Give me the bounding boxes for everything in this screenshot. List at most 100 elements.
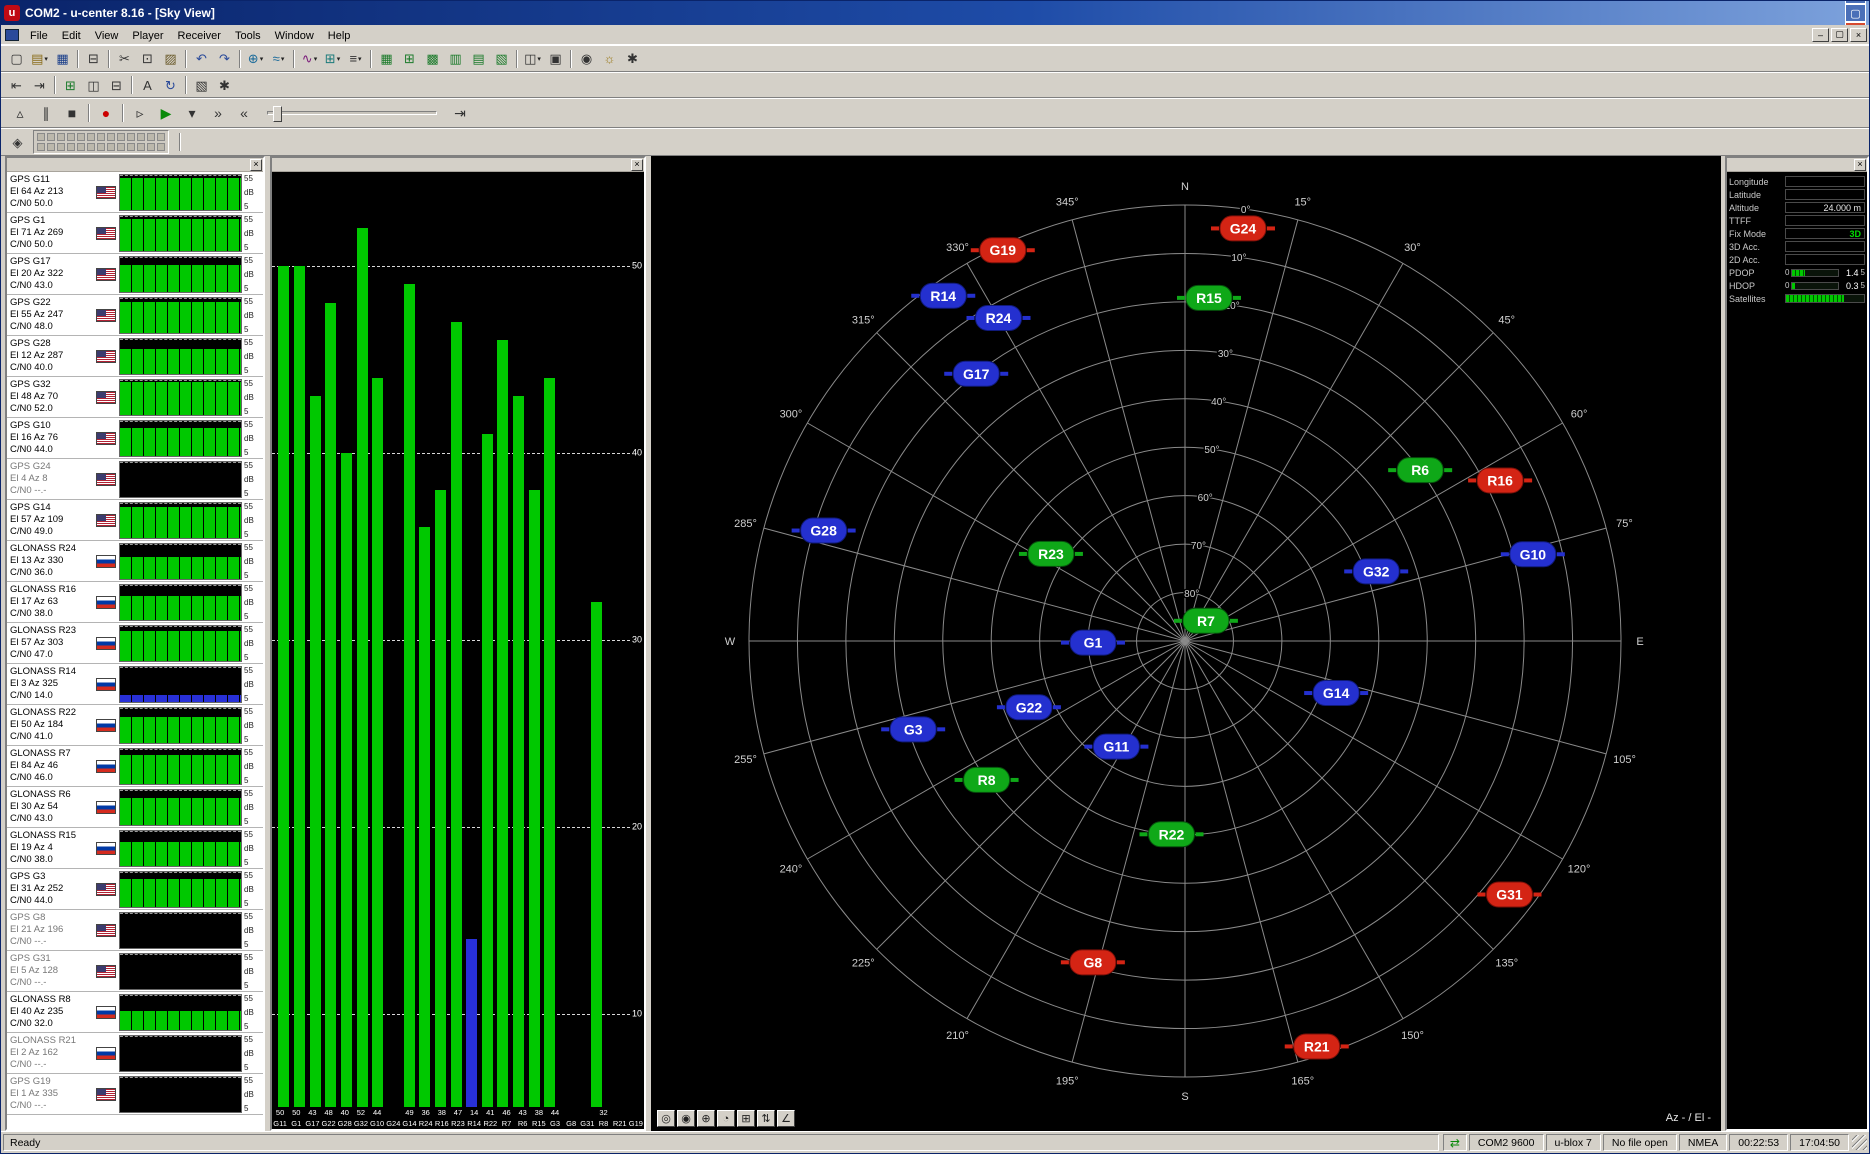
split-vertical-button[interactable]: ⊟	[105, 75, 128, 95]
fast-forward-button[interactable]: »	[205, 102, 231, 124]
open-file-button[interactable]: ▤▾	[28, 49, 51, 69]
paste-button[interactable]: ▨	[159, 49, 182, 69]
satellite-elevation-azimuth: El 71 Az 269	[10, 227, 96, 239]
refresh-button[interactable]: ↻	[159, 75, 182, 95]
close-panel-button[interactable]: ×	[631, 159, 643, 171]
statistics-view-button[interactable]: ▩	[421, 49, 444, 69]
docking-windows-button[interactable]: ◫▾	[521, 49, 544, 69]
satellite-row[interactable]: GLONASS R23El 57 Az 303C/N0 47.055dB5	[7, 623, 263, 664]
text-console-button[interactable]: ≡▾	[344, 49, 367, 69]
satellite-row[interactable]: GPS G32El 48 Az 70C/N0 52.055dB5	[7, 377, 263, 418]
satellite-row[interactable]: GPS G31El 5 Az 128C/N0 --.-55dB5	[7, 951, 263, 992]
record-button[interactable]: ●	[93, 102, 119, 124]
satellite-row[interactable]: GPS G24El 4 Az 8C/N0 --.-55dB5	[7, 459, 263, 500]
menu-help[interactable]: Help	[321, 28, 358, 44]
playback-slider-handle[interactable]	[273, 106, 282, 122]
sky-cursor-readout: Az - / El -	[1666, 1112, 1711, 1124]
satellite-row[interactable]: GPS G22El 55 Az 247C/N0 48.055dB5	[7, 295, 263, 336]
packet-console-button[interactable]: ▤	[467, 49, 490, 69]
copy-button[interactable]: ⊡	[136, 49, 159, 69]
menu-tools[interactable]: Tools	[228, 28, 268, 44]
new-file-button[interactable]: ▢	[5, 49, 28, 69]
play-button[interactable]: ▶	[153, 102, 179, 124]
cut-button[interactable]: ✂	[113, 49, 136, 69]
angle-mode-button[interactable]: ∠	[777, 1110, 795, 1127]
globe-mode-button[interactable]: ⊕	[697, 1110, 715, 1127]
undo-button[interactable]: ↶	[190, 49, 213, 69]
maximize-window-button[interactable]: ▢	[1845, 4, 1866, 22]
satellite-row[interactable]: GPS G10El 16 Az 76C/N0 44.055dB5	[7, 418, 263, 459]
table-view-button[interactable]: ▥	[444, 49, 467, 69]
mdi-close-button[interactable]: ×	[1850, 28, 1867, 42]
db-scale-max: 55	[244, 461, 262, 470]
chart-view-button[interactable]: ∿▾	[298, 49, 321, 69]
pie-mode-button[interactable]: ◔	[717, 1110, 735, 1127]
step-forward-button[interactable]: ▹	[127, 102, 153, 124]
print-button[interactable]: ⊟	[82, 49, 105, 69]
mdi-restore-button[interactable]: ▢	[1831, 28, 1848, 42]
follow-position-button[interactable]: ◉	[677, 1110, 695, 1127]
satellite-row[interactable]: GPS G11El 64 Az 213C/N0 50.055dB5	[7, 172, 263, 213]
save-file-button[interactable]: ▦	[51, 49, 74, 69]
graph-gridlines	[120, 462, 241, 497]
new-view-button[interactable]: ⊞	[59, 75, 82, 95]
message-filter-button[interactable]: ◈	[6, 132, 29, 152]
satellite-row[interactable]: GLONASS R6El 30 Az 54C/N0 43.055dB5	[7, 787, 263, 828]
configuration-view-button[interactable]: ⊞	[398, 49, 421, 69]
close-panel-button[interactable]: ×	[250, 159, 262, 171]
satellite-row[interactable]: GPS G28El 12 Az 287C/N0 40.055dB5	[7, 336, 263, 377]
filter-button[interactable]: ▧	[190, 75, 213, 95]
rewind-button[interactable]: «	[231, 102, 257, 124]
connection-button[interactable]: ⊕▾	[244, 49, 267, 69]
resize-grip-icon[interactable]	[1852, 1135, 1867, 1150]
satellite-row[interactable]: GLONASS R21El 2 Az 162C/N0 --.-55dB5	[7, 1033, 263, 1074]
satellite-row[interactable]: GPS G19El 1 Az 335C/N0 --.-55dB5	[7, 1074, 263, 1115]
full-screen-button[interactable]: ▣	[544, 49, 567, 69]
binary-console-button[interactable]: ▧	[490, 49, 513, 69]
labels-toggle-button[interactable]: ⇅	[757, 1110, 775, 1127]
satellite-row[interactable]: GLONASS R16El 17 Az 63C/N0 38.055dB5	[7, 582, 263, 623]
zoom-text-button[interactable]: A	[136, 75, 159, 95]
mdi-minimize-button[interactable]: –	[1812, 28, 1829, 42]
menu-receiver[interactable]: Receiver	[171, 28, 228, 44]
playback-slider[interactable]	[267, 111, 437, 115]
brightness-button[interactable]: ☼	[598, 49, 621, 69]
settings-button[interactable]: ✱	[621, 49, 644, 69]
center-view-button[interactable]: ◎	[657, 1110, 675, 1127]
menu-player[interactable]: Player	[125, 28, 170, 44]
satellite-row[interactable]: GLONASS R8El 40 Az 235C/N0 32.055dB5	[7, 992, 263, 1033]
menu-edit[interactable]: Edit	[55, 28, 88, 44]
eject-button[interactable]: ▵	[7, 102, 33, 124]
satellite-row[interactable]: GLONASS R22El 50 Az 184C/N0 41.055dB5	[7, 705, 263, 746]
redo-button[interactable]: ↷	[213, 49, 236, 69]
satellite-row[interactable]: GLONASS R24El 13 Az 330C/N0 36.055dB5	[7, 541, 263, 582]
about-button[interactable]: ✱	[213, 75, 236, 95]
satellite-row[interactable]: GPS G17El 20 Az 322C/N0 43.055dB5	[7, 254, 263, 295]
satellite-row[interactable]: GPS G14El 57 Az 109C/N0 49.055dB5	[7, 500, 263, 541]
satellite-row[interactable]: GPS G1El 71 Az 269C/N0 50.055dB5	[7, 213, 263, 254]
dock-left-button[interactable]: ⇤	[5, 75, 28, 95]
messages-view-button[interactable]: ▦	[375, 49, 398, 69]
satellite-row[interactable]: GLONASS R14El 3 Az 325C/N0 14.055dB5	[7, 664, 263, 705]
pause-button[interactable]: ∥	[33, 102, 59, 124]
menu-window[interactable]: Window	[268, 28, 321, 44]
satellite-row[interactable]: GPS G3El 31 Az 252C/N0 44.055dB5	[7, 869, 263, 910]
close-panel-button[interactable]: ×	[1854, 159, 1866, 171]
satellite-info: GPS G14El 57 Az 109C/N0 49.0	[10, 502, 96, 538]
satellite-row[interactable]: GLONASS R15El 19 Az 4C/N0 38.055dB5	[7, 828, 263, 869]
play-speed-button[interactable]: ▾	[179, 102, 205, 124]
grid-toggle-button[interactable]: ⊞	[737, 1110, 755, 1127]
signal-history-graph	[119, 174, 242, 211]
map-view-button[interactable]: ⊞▾	[321, 49, 344, 69]
satellite-row[interactable]: GPS G8El 21 Az 196C/N0 --.-55dB5	[7, 910, 263, 951]
menu-view[interactable]: View	[88, 28, 126, 44]
camera-button[interactable]: ◉	[575, 49, 598, 69]
menu-file[interactable]: File	[23, 28, 55, 44]
stop-button[interactable]: ■	[59, 102, 85, 124]
satellite-row[interactable]: GLONASS R7El 84 Az 46C/N0 46.055dB5	[7, 746, 263, 787]
baud-rate-button[interactable]: ≈▾	[267, 49, 290, 69]
split-horizontal-button[interactable]: ◫	[82, 75, 105, 95]
elevation-label: 30°	[1218, 349, 1233, 360]
dock-right-button[interactable]: ⇥	[28, 75, 51, 95]
jump-end-button[interactable]: ⇥	[447, 102, 473, 124]
